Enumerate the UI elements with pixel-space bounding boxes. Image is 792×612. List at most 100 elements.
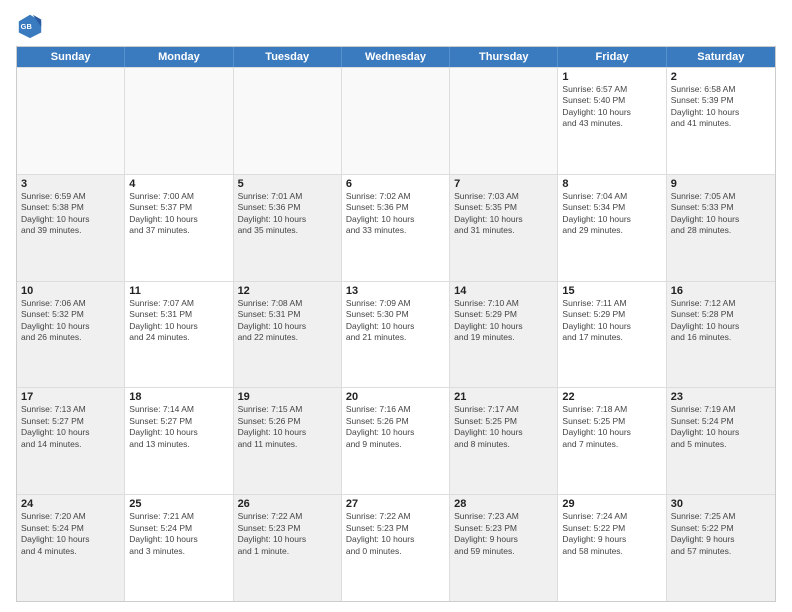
calendar-cell-empty-3 bbox=[342, 68, 450, 174]
day-number: 23 bbox=[671, 391, 771, 403]
day-info: Sunrise: 7:10 AM Sunset: 5:29 PM Dayligh… bbox=[454, 298, 553, 344]
day-info: Sunrise: 7:11 AM Sunset: 5:29 PM Dayligh… bbox=[562, 298, 661, 344]
calendar-cell-13: 13Sunrise: 7:09 AM Sunset: 5:30 PM Dayli… bbox=[342, 282, 450, 388]
day-info: Sunrise: 7:07 AM Sunset: 5:31 PM Dayligh… bbox=[129, 298, 228, 344]
day-number: 25 bbox=[129, 498, 228, 510]
logo-icon: GB bbox=[16, 12, 44, 40]
header-cell-monday: Monday bbox=[125, 47, 233, 67]
calendar-body: 1Sunrise: 6:57 AM Sunset: 5:40 PM Daylig… bbox=[17, 67, 775, 601]
calendar-cell-4: 4Sunrise: 7:00 AM Sunset: 5:37 PM Daylig… bbox=[125, 175, 233, 281]
day-info: Sunrise: 7:22 AM Sunset: 5:23 PM Dayligh… bbox=[238, 511, 337, 557]
calendar-cell-15: 15Sunrise: 7:11 AM Sunset: 5:29 PM Dayli… bbox=[558, 282, 666, 388]
logo: GB bbox=[16, 12, 48, 40]
day-number: 14 bbox=[454, 285, 553, 297]
day-number: 4 bbox=[129, 178, 228, 190]
day-info: Sunrise: 6:59 AM Sunset: 5:38 PM Dayligh… bbox=[21, 191, 120, 237]
calendar-cell-5: 5Sunrise: 7:01 AM Sunset: 5:36 PM Daylig… bbox=[234, 175, 342, 281]
calendar-cell-27: 27Sunrise: 7:22 AM Sunset: 5:23 PM Dayli… bbox=[342, 495, 450, 601]
day-number: 6 bbox=[346, 178, 445, 190]
calendar-cell-23: 23Sunrise: 7:19 AM Sunset: 5:24 PM Dayli… bbox=[667, 388, 775, 494]
calendar-row-0: 1Sunrise: 6:57 AM Sunset: 5:40 PM Daylig… bbox=[17, 67, 775, 174]
day-number: 29 bbox=[562, 498, 661, 510]
calendar-cell-24: 24Sunrise: 7:20 AM Sunset: 5:24 PM Dayli… bbox=[17, 495, 125, 601]
day-number: 16 bbox=[671, 285, 771, 297]
day-info: Sunrise: 7:03 AM Sunset: 5:35 PM Dayligh… bbox=[454, 191, 553, 237]
day-number: 8 bbox=[562, 178, 661, 190]
day-number: 13 bbox=[346, 285, 445, 297]
day-number: 15 bbox=[562, 285, 661, 297]
calendar-cell-9: 9Sunrise: 7:05 AM Sunset: 5:33 PM Daylig… bbox=[667, 175, 775, 281]
calendar-cell-26: 26Sunrise: 7:22 AM Sunset: 5:23 PM Dayli… bbox=[234, 495, 342, 601]
day-info: Sunrise: 7:15 AM Sunset: 5:26 PM Dayligh… bbox=[238, 404, 337, 450]
day-number: 19 bbox=[238, 391, 337, 403]
day-info: Sunrise: 6:58 AM Sunset: 5:39 PM Dayligh… bbox=[671, 84, 771, 130]
calendar-cell-30: 30Sunrise: 7:25 AM Sunset: 5:22 PM Dayli… bbox=[667, 495, 775, 601]
svg-text:GB: GB bbox=[21, 22, 33, 31]
calendar-cell-22: 22Sunrise: 7:18 AM Sunset: 5:25 PM Dayli… bbox=[558, 388, 666, 494]
day-number: 28 bbox=[454, 498, 553, 510]
day-info: Sunrise: 7:04 AM Sunset: 5:34 PM Dayligh… bbox=[562, 191, 661, 237]
calendar-cell-1: 1Sunrise: 6:57 AM Sunset: 5:40 PM Daylig… bbox=[558, 68, 666, 174]
day-number: 27 bbox=[346, 498, 445, 510]
calendar-cell-8: 8Sunrise: 7:04 AM Sunset: 5:34 PM Daylig… bbox=[558, 175, 666, 281]
day-number: 30 bbox=[671, 498, 771, 510]
calendar-cell-empty-2 bbox=[234, 68, 342, 174]
calendar-header: SundayMondayTuesdayWednesdayThursdayFrid… bbox=[17, 47, 775, 67]
day-number: 12 bbox=[238, 285, 337, 297]
calendar-row-1: 3Sunrise: 6:59 AM Sunset: 5:38 PM Daylig… bbox=[17, 174, 775, 281]
day-info: Sunrise: 7:09 AM Sunset: 5:30 PM Dayligh… bbox=[346, 298, 445, 344]
day-number: 11 bbox=[129, 285, 228, 297]
day-number: 2 bbox=[671, 71, 771, 83]
calendar-cell-empty-0 bbox=[17, 68, 125, 174]
header: GB bbox=[16, 12, 776, 40]
calendar-cell-19: 19Sunrise: 7:15 AM Sunset: 5:26 PM Dayli… bbox=[234, 388, 342, 494]
day-number: 3 bbox=[21, 178, 120, 190]
header-cell-wednesday: Wednesday bbox=[342, 47, 450, 67]
day-info: Sunrise: 7:01 AM Sunset: 5:36 PM Dayligh… bbox=[238, 191, 337, 237]
calendar-cell-29: 29Sunrise: 7:24 AM Sunset: 5:22 PM Dayli… bbox=[558, 495, 666, 601]
day-info: Sunrise: 7:14 AM Sunset: 5:27 PM Dayligh… bbox=[129, 404, 228, 450]
day-info: Sunrise: 7:17 AM Sunset: 5:25 PM Dayligh… bbox=[454, 404, 553, 450]
day-info: Sunrise: 7:20 AM Sunset: 5:24 PM Dayligh… bbox=[21, 511, 120, 557]
calendar-cell-17: 17Sunrise: 7:13 AM Sunset: 5:27 PM Dayli… bbox=[17, 388, 125, 494]
day-info: Sunrise: 7:22 AM Sunset: 5:23 PM Dayligh… bbox=[346, 511, 445, 557]
day-number: 21 bbox=[454, 391, 553, 403]
page: GB SundayMondayTuesdayWednesdayThursdayF… bbox=[0, 0, 792, 612]
calendar-cell-14: 14Sunrise: 7:10 AM Sunset: 5:29 PM Dayli… bbox=[450, 282, 558, 388]
day-info: Sunrise: 7:13 AM Sunset: 5:27 PM Dayligh… bbox=[21, 404, 120, 450]
day-info: Sunrise: 7:00 AM Sunset: 5:37 PM Dayligh… bbox=[129, 191, 228, 237]
day-number: 24 bbox=[21, 498, 120, 510]
day-number: 10 bbox=[21, 285, 120, 297]
calendar-cell-28: 28Sunrise: 7:23 AM Sunset: 5:23 PM Dayli… bbox=[450, 495, 558, 601]
calendar-cell-11: 11Sunrise: 7:07 AM Sunset: 5:31 PM Dayli… bbox=[125, 282, 233, 388]
calendar-row-4: 24Sunrise: 7:20 AM Sunset: 5:24 PM Dayli… bbox=[17, 494, 775, 601]
header-cell-sunday: Sunday bbox=[17, 47, 125, 67]
calendar-cell-2: 2Sunrise: 6:58 AM Sunset: 5:39 PM Daylig… bbox=[667, 68, 775, 174]
calendar-cell-25: 25Sunrise: 7:21 AM Sunset: 5:24 PM Dayli… bbox=[125, 495, 233, 601]
calendar-cell-3: 3Sunrise: 6:59 AM Sunset: 5:38 PM Daylig… bbox=[17, 175, 125, 281]
calendar-row-3: 17Sunrise: 7:13 AM Sunset: 5:27 PM Dayli… bbox=[17, 387, 775, 494]
header-cell-saturday: Saturday bbox=[667, 47, 775, 67]
calendar-cell-21: 21Sunrise: 7:17 AM Sunset: 5:25 PM Dayli… bbox=[450, 388, 558, 494]
day-info: Sunrise: 7:19 AM Sunset: 5:24 PM Dayligh… bbox=[671, 404, 771, 450]
header-cell-friday: Friday bbox=[558, 47, 666, 67]
calendar: SundayMondayTuesdayWednesdayThursdayFrid… bbox=[16, 46, 776, 602]
calendar-cell-18: 18Sunrise: 7:14 AM Sunset: 5:27 PM Dayli… bbox=[125, 388, 233, 494]
header-cell-thursday: Thursday bbox=[450, 47, 558, 67]
day-number: 20 bbox=[346, 391, 445, 403]
day-number: 7 bbox=[454, 178, 553, 190]
day-number: 1 bbox=[562, 71, 661, 83]
day-info: Sunrise: 7:23 AM Sunset: 5:23 PM Dayligh… bbox=[454, 511, 553, 557]
day-info: Sunrise: 7:12 AM Sunset: 5:28 PM Dayligh… bbox=[671, 298, 771, 344]
calendar-cell-empty-4 bbox=[450, 68, 558, 174]
calendar-cell-6: 6Sunrise: 7:02 AM Sunset: 5:36 PM Daylig… bbox=[342, 175, 450, 281]
day-info: Sunrise: 7:06 AM Sunset: 5:32 PM Dayligh… bbox=[21, 298, 120, 344]
calendar-row-2: 10Sunrise: 7:06 AM Sunset: 5:32 PM Dayli… bbox=[17, 281, 775, 388]
day-number: 22 bbox=[562, 391, 661, 403]
calendar-cell-20: 20Sunrise: 7:16 AM Sunset: 5:26 PM Dayli… bbox=[342, 388, 450, 494]
day-number: 5 bbox=[238, 178, 337, 190]
calendar-cell-empty-1 bbox=[125, 68, 233, 174]
calendar-cell-10: 10Sunrise: 7:06 AM Sunset: 5:32 PM Dayli… bbox=[17, 282, 125, 388]
calendar-cell-16: 16Sunrise: 7:12 AM Sunset: 5:28 PM Dayli… bbox=[667, 282, 775, 388]
day-info: Sunrise: 7:08 AM Sunset: 5:31 PM Dayligh… bbox=[238, 298, 337, 344]
